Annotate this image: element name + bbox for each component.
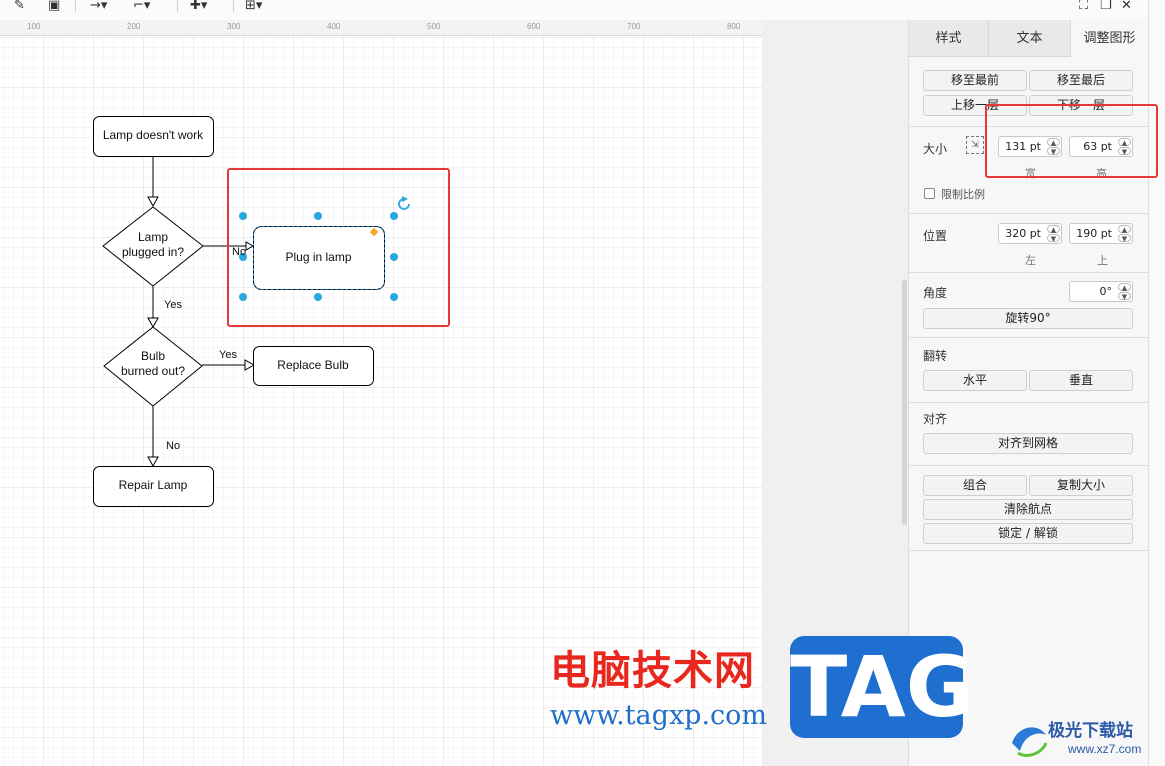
section-divider — [909, 550, 1149, 551]
copy-size-button[interactable]: 复制大小 — [1029, 475, 1133, 496]
table-icon[interactable]: ⊞▾ — [245, 0, 262, 12]
top-stepper[interactable]: ▲ ▼ — [1118, 225, 1131, 243]
angle-input[interactable]: 0° ▲ ▼ — [1069, 281, 1133, 302]
section-divider — [909, 465, 1149, 466]
constrain-checkbox[interactable] — [924, 188, 935, 199]
section-divider — [909, 213, 1149, 214]
ruler-label: 300 — [227, 22, 241, 31]
panel-tabs: 样式 文本 调整图形 — [909, 20, 1149, 57]
top-caption: 上 — [1097, 254, 1108, 267]
edge-label: Yes — [164, 299, 182, 311]
flip-horizontal-button[interactable]: 水平 — [923, 370, 1027, 391]
node-label-line: plugged in? — [121, 245, 185, 259]
restore-icon[interactable]: ❐ — [1100, 0, 1112, 12]
ruler-label: 200 — [127, 22, 141, 31]
toolbar-separator — [233, 0, 234, 12]
node-label: Lamp doesn't work — [102, 128, 204, 142]
node-label-line: Lamp — [137, 230, 169, 244]
tab-style[interactable]: 样式 — [909, 20, 989, 57]
flip-label: 翻转 — [923, 349, 948, 363]
rotate-90-button[interactable]: 旋转90° — [923, 308, 1133, 329]
connection-icon[interactable]: →▾ — [90, 0, 107, 12]
shadow-icon[interactable]: ▣ — [48, 0, 60, 12]
flip-vertical-button[interactable]: 垂直 — [1029, 370, 1133, 391]
edge-label: Yes — [219, 349, 237, 361]
watermark-logo-name: 极光下载站 — [1048, 721, 1133, 741]
section-divider — [909, 272, 1149, 273]
tab-text[interactable]: 文本 — [989, 20, 1071, 57]
clear-waypoints-button[interactable]: 清除航点 — [923, 499, 1133, 520]
ruler-label: 800 — [727, 22, 741, 31]
highlight-box — [985, 104, 1158, 178]
left-input[interactable]: 320 pt ▲ ▼ — [998, 223, 1062, 244]
fullscreen-icon[interactable]: ⛶ — [1079, 0, 1088, 12]
horizontal-ruler: 100 200 300 400 500 600 700 800 — [0, 20, 762, 36]
toolbar: ✎ ▣ →▾ ⌐▾ ✚▾ ⊞▾ ⛶ ❐ ✕ — [0, 0, 1165, 20]
left-caption: 左 — [1025, 254, 1036, 267]
edge-label: No — [166, 440, 181, 452]
left-stepper[interactable]: ▲ ▼ — [1047, 225, 1060, 243]
ruler-label: 500 — [427, 22, 441, 31]
angle-label: 角度 — [923, 286, 948, 300]
panel-scrollbar[interactable] — [902, 280, 907, 525]
tab-arrange[interactable]: 调整图形 — [1071, 20, 1149, 57]
to-front-button[interactable]: 移至最前 — [923, 70, 1027, 91]
toolbar-separator — [177, 0, 178, 12]
size-label: 大小 — [923, 142, 948, 156]
group-button[interactable]: 组合 — [923, 475, 1027, 496]
node-label-line: Bulb — [140, 349, 166, 363]
node-label: Bulb burned out? — [104, 349, 202, 379]
to-back-button[interactable]: 移至最后 — [1029, 70, 1133, 91]
watermark-url: www.tagxp.com — [550, 700, 768, 731]
watermark-site-name: 电脑技术网 — [550, 648, 755, 694]
insert-icon[interactable]: ✚▾ — [190, 0, 207, 12]
close-icon[interactable]: ✕ — [1121, 0, 1132, 12]
ruler-label: 700 — [627, 22, 641, 31]
align-to-grid-button[interactable]: 对齐到网格 — [923, 433, 1133, 454]
waypoint-icon[interactable]: ⌐▾ — [133, 0, 150, 12]
node-label: Lamp plugged in? — [103, 230, 203, 260]
position-label: 位置 — [923, 229, 948, 243]
toolbar-separator — [75, 0, 76, 12]
section-divider — [909, 337, 1149, 338]
autosize-icon[interactable]: ⇲ — [966, 136, 984, 154]
node-label-line: burned out? — [120, 364, 186, 378]
constrain-label: 限制比例 — [941, 188, 985, 201]
angle-stepper[interactable]: ▲ ▼ — [1118, 283, 1131, 301]
ruler-label: 100 — [27, 22, 41, 31]
watermark-tag-logo: TAG — [790, 636, 975, 738]
align-label: 对齐 — [923, 412, 948, 426]
top-input[interactable]: 190 pt ▲ ▼ — [1069, 223, 1133, 244]
ruler-label: 600 — [527, 22, 541, 31]
ruler-label: 400 — [327, 22, 341, 31]
node-label: Replace Bulb — [277, 358, 349, 372]
node-label: Repair Lamp — [118, 478, 188, 492]
section-divider — [909, 402, 1149, 403]
highlight-box — [227, 168, 450, 327]
pencil-icon[interactable]: ✎ — [14, 0, 25, 12]
watermark-logo-url: www.xz7.com — [1068, 742, 1142, 756]
lock-unlock-button[interactable]: 锁定 / 解锁 — [923, 523, 1133, 544]
